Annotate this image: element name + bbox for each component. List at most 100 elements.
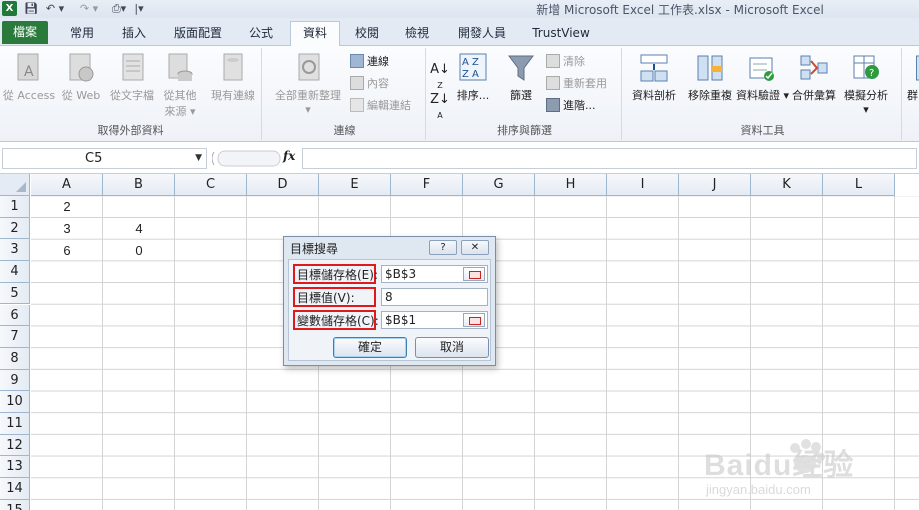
edit-links-button[interactable]: 編輯連結 [350, 96, 411, 116]
filter-button[interactable]: 篩選 [504, 52, 538, 103]
text-to-columns-button[interactable]: 資料剖析 [626, 52, 682, 103]
column-header-i[interactable]: I [607, 174, 679, 196]
row-header-6[interactable]: 6 [0, 304, 30, 327]
tab-review[interactable]: 校閱 [344, 22, 390, 46]
row-header-2[interactable]: 2 [0, 217, 30, 240]
reapply-button[interactable]: 重新套用 [546, 74, 607, 94]
group-label-external: 取得外部資料 [97, 124, 164, 137]
to-value-label: 目標值(V): [293, 287, 376, 307]
row-header-1[interactable]: 1 [0, 196, 30, 218]
column-header-j[interactable]: J [679, 174, 751, 196]
chevron-down-icon[interactable]: ▼ [195, 149, 202, 168]
remove-duplicates-button[interactable]: 移除重複 [684, 52, 736, 103]
row-header-15[interactable]: 15 [0, 499, 30, 510]
row-header-9[interactable]: 9 [0, 369, 30, 392]
print-preview-icon[interactable]: ⎙▾ [110, 1, 128, 16]
tab-data[interactable]: 資料 [290, 21, 340, 46]
svg-text:Z A: Z A [462, 69, 479, 80]
cell-A3[interactable]: 6 [31, 240, 103, 261]
connections-button[interactable]: 連線 [350, 52, 389, 72]
from-web-button[interactable]: 從 Web [58, 52, 104, 103]
name-box[interactable]: C5 ▼ [2, 148, 207, 169]
edit-links-icon [350, 98, 364, 112]
dialog-title: 目標搜尋 [290, 242, 339, 256]
redo-icon[interactable]: ↷ ▾ [78, 1, 100, 16]
refresh-all-button[interactable]: 全部重新整理 ▾ [268, 52, 348, 116]
cell-B2[interactable]: 4 [103, 218, 175, 239]
to-value-field[interactable]: 8 [381, 288, 488, 306]
row-header-3[interactable]: 3 [0, 239, 30, 262]
tab-home[interactable]: 常用 [58, 22, 106, 46]
row-header-11[interactable]: 11 [0, 413, 30, 435]
ribbon: A 從 Access 從 Web 從文字檔 從其他 來源 ▾ 現有連線 取得外部資… [0, 46, 919, 142]
what-if-icon: ? [853, 55, 879, 79]
undo-icon[interactable]: ↶ ▾ [44, 1, 66, 16]
column-header-a[interactable]: A [31, 174, 103, 196]
tab-page-layout[interactable]: 版面配置 [164, 22, 232, 46]
cell-B3[interactable]: 0 [103, 240, 175, 261]
group-overflow-button[interactable]: 群 [906, 52, 919, 103]
column-header-e[interactable]: E [319, 174, 391, 196]
column-header-b[interactable]: B [103, 174, 175, 196]
row-header-8[interactable]: 8 [0, 347, 30, 370]
tab-developer[interactable]: 開發人員 [448, 22, 516, 46]
cell-A1[interactable]: 2 [31, 196, 103, 217]
insert-function-icon[interactable]: fx [283, 149, 295, 163]
column-header-h[interactable]: H [535, 174, 607, 196]
clear-filter-icon [546, 54, 560, 68]
text-file-icon [122, 53, 144, 81]
close-button[interactable]: ✕ [461, 240, 489, 255]
set-cell-value: $B$3 [385, 267, 417, 281]
remove-duplicates-icon [697, 55, 723, 81]
ok-button[interactable]: 確定 [333, 337, 407, 358]
tab-file[interactable]: 檔案 [2, 21, 48, 44]
select-all-corner[interactable] [0, 174, 30, 196]
row-header-13[interactable]: 13 [0, 456, 30, 479]
sort-button[interactable]: A ZZ A 排序... [454, 52, 492, 103]
collapse-dialog-icon[interactable] [463, 313, 485, 327]
existing-connections-button[interactable]: 現有連線 [206, 52, 260, 103]
consolidate-button[interactable]: 合併彙算 [788, 52, 840, 103]
excel-icon[interactable]: X [2, 1, 17, 16]
row-header-4[interactable]: 4 [0, 261, 30, 283]
window-title: 新增 Microsoft Excel 工作表.xlsx - Microsoft … [536, 3, 824, 17]
sort-descending-icon[interactable]: Z↓ A [430, 92, 450, 122]
cell-A2[interactable]: 3 [31, 218, 103, 239]
row-header-7[interactable]: 7 [0, 326, 30, 348]
formula-input[interactable] [302, 148, 917, 169]
what-if-analysis-button[interactable]: ? 模擬分析 ▾ [840, 52, 892, 116]
help-button[interactable]: ? [429, 240, 457, 255]
tab-trustview[interactable]: TrustView [524, 22, 598, 46]
row-header-12[interactable]: 12 [0, 434, 30, 457]
collapse-dialog-icon[interactable] [463, 267, 485, 281]
tab-view[interactable]: 檢視 [394, 22, 440, 46]
set-cell-label: 目標儲存格(E): [293, 264, 378, 284]
save-icon[interactable]: 💾︎ [24, 1, 38, 16]
data-validation-button[interactable]: 資料驗證 ▾ [736, 52, 789, 103]
cancel-button[interactable]: 取消 [415, 337, 489, 358]
from-access-button[interactable]: A 從 Access [2, 52, 56, 103]
clear-filter-button[interactable]: 清除 [546, 52, 585, 72]
tab-formulas[interactable]: 公式 [236, 22, 286, 46]
column-header-l[interactable]: L [823, 174, 895, 196]
column-header-c[interactable]: C [175, 174, 247, 196]
column-header-d[interactable]: D [247, 174, 319, 196]
customize-toolbar-icon[interactable]: |▾ [134, 1, 144, 16]
sort-ascending-icon[interactable]: A↓ Z [430, 62, 450, 92]
column-header-g[interactable]: G [463, 174, 535, 196]
set-cell-field[interactable]: $B$3 [381, 265, 488, 283]
row-header-14[interactable]: 14 [0, 478, 30, 500]
from-text-button[interactable]: 從文字檔 [106, 52, 158, 103]
column-header-f[interactable]: F [391, 174, 463, 196]
from-other-sources-button[interactable]: 從其他 來源 ▾ [158, 52, 202, 119]
column-header-k[interactable]: K [751, 174, 823, 196]
row-header-10[interactable]: 10 [0, 391, 30, 413]
svg-text:A Z: A Z [462, 57, 479, 68]
row-header-5[interactable]: 5 [0, 282, 30, 305]
tab-insert[interactable]: 插入 [110, 22, 158, 46]
advanced-filter-icon [546, 98, 560, 112]
properties-button[interactable]: 內容 [350, 74, 389, 94]
consolidate-icon [800, 55, 828, 80]
changing-cell-field[interactable]: $B$1 [381, 311, 488, 329]
advanced-filter-button[interactable]: 進階... [546, 96, 596, 116]
